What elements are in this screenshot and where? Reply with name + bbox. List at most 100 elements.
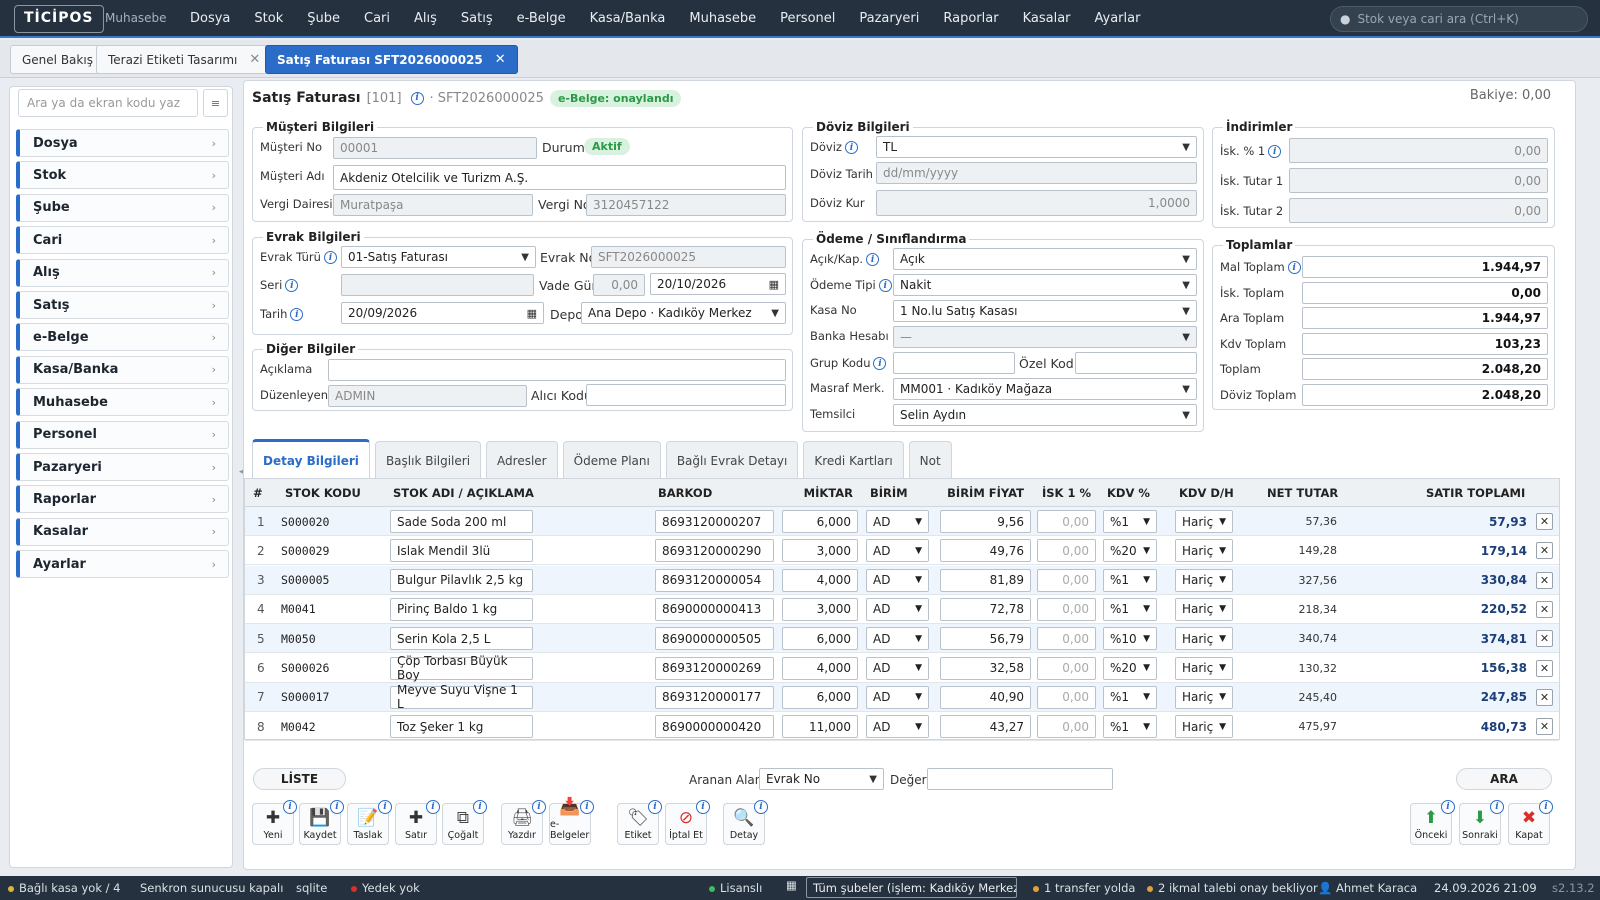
unit-price-input[interactable]: 9,56: [940, 510, 1031, 533]
unit-select[interactable]: AD ▼: [866, 685, 929, 709]
discount-input[interactable]: 0,00: [1037, 568, 1096, 592]
table-row[interactable]: 7 S000017 Meyve Suyu Vişne 1 L 869312000017…: [245, 682, 1559, 712]
receiver-code-input[interactable]: [586, 384, 786, 406]
unit-price-input[interactable]: 56,79: [940, 627, 1031, 651]
global-search-input[interactable]: ● Stok veya cari ara (Ctrl+K): [1330, 6, 1588, 32]
open-closed-select[interactable]: Açık ▼: [893, 248, 1197, 270]
unit-price-input[interactable]: 40,90: [940, 685, 1031, 709]
stock-name-input[interactable]: Sade Soda 200 ml: [390, 510, 533, 533]
barcode-input[interactable]: 8693120000290: [655, 539, 774, 563]
barcode-input[interactable]: 8693120000207: [655, 510, 774, 533]
info-icon[interactable]: i: [873, 357, 887, 370]
info-icon[interactable]: i: [754, 800, 768, 814]
menu-list-icon[interactable]: ≡: [203, 89, 228, 117]
vat-type-select[interactable]: Hariç ▼: [1175, 568, 1233, 592]
sidebar-item-pazaryeri[interactable]: Pazaryeri ›: [16, 453, 229, 481]
tax-office-input[interactable]: Muratpaşa: [333, 194, 533, 216]
unit-select[interactable]: AD ▼: [866, 656, 929, 680]
vat-type-select[interactable]: Hariç ▼: [1175, 539, 1233, 563]
discount-input[interactable]: 0,00: [1037, 539, 1096, 563]
discount-input[interactable]: 0,00: [1037, 715, 1096, 739]
unit-select[interactable]: AD ▼: [866, 597, 929, 621]
info-icon[interactable]: i: [323, 251, 337, 264]
col-birim[interactable]: BİRİM: [870, 479, 908, 507]
delete-row-icon[interactable]: ✕: [1536, 630, 1553, 648]
info-icon[interactable]: i: [866, 253, 880, 266]
table-row[interactable]: 1 S000020 Sade Soda 200 ml 8693120000207 6,0…: [245, 507, 1559, 536]
currency-select[interactable]: TL ▼: [876, 136, 1197, 158]
unit-select[interactable]: AD ▼: [866, 510, 929, 533]
info-icon[interactable]: i: [532, 800, 546, 814]
info-icon[interactable]: i: [1490, 800, 1504, 814]
sidebar-item-e-belge[interactable]: e-Belge ›: [16, 323, 229, 352]
sidebar-item-stok[interactable]: Stok ›: [16, 161, 229, 190]
info-icon[interactable]: i: [580, 800, 594, 814]
tab-bagli-evrak-detayi[interactable]: Bağlı Evrak Detayı: [665, 441, 799, 479]
barcode-input[interactable]: 8693120000269: [655, 656, 774, 680]
stock-name-input[interactable]: Çöp Torbası Büyük Boy: [390, 654, 533, 682]
stock-name-input[interactable]: Serin Kola 2,5 L: [390, 627, 533, 651]
tab-not[interactable]: Not: [908, 441, 952, 479]
close-icon[interactable]: ✕: [249, 52, 260, 67]
menu-personel[interactable]: Personel: [768, 0, 847, 38]
sidebar-item-dosya[interactable]: Dosya ›: [16, 129, 229, 157]
menu-satis[interactable]: Satış: [449, 0, 505, 38]
info-icon[interactable]: i: [1539, 800, 1553, 814]
info-icon[interactable]: i: [285, 279, 299, 292]
discount-amount2-input[interactable]: 0,00: [1289, 198, 1548, 223]
vat-select[interactable]: %10 ▼: [1103, 627, 1157, 651]
tab-kredi-kartlari[interactable]: Kredi Kartları: [803, 441, 904, 479]
barcode-input[interactable]: 8690000000420: [655, 715, 774, 739]
menu-raporlar[interactable]: Raporlar: [931, 0, 1010, 38]
sidebar-search-input[interactable]: Ara ya da ekran kodu yaz: [18, 89, 198, 117]
sidebar-item-satis[interactable]: Satış ›: [16, 291, 229, 319]
quantity-input[interactable]: 11,000: [782, 715, 858, 739]
cash-register-select[interactable]: 1 No.lu Satış Kasası ▼: [893, 300, 1197, 322]
menu-e-belge[interactable]: e-Belge: [505, 0, 578, 38]
info-icon[interactable]: i: [290, 308, 304, 321]
exchange-rate-input[interactable]: 1,0000: [876, 190, 1197, 216]
vat-type-select[interactable]: Hariç ▼: [1175, 656, 1233, 680]
info-icon[interactable]: i: [844, 141, 858, 154]
info-icon[interactable]: i: [426, 800, 440, 814]
col-barkod[interactable]: BARKOD: [658, 479, 712, 507]
editor-input[interactable]: ADMIN: [328, 385, 527, 407]
special-code-input[interactable]: [1075, 352, 1197, 374]
warehouse-select[interactable]: Ana Depo · Kadıköy Merkez ▼: [581, 302, 786, 324]
sonraki-button[interactable]: ⬇ Sonraki i: [1459, 800, 1504, 845]
etiket-button[interactable]: 🏷 Etiket i: [617, 800, 662, 845]
vat-type-select[interactable]: Hariç ▼: [1175, 627, 1233, 651]
search-field-select[interactable]: Evrak No ▼: [759, 768, 884, 790]
cogalt-button[interactable]: ⧉ Çoğalt i: [442, 800, 487, 845]
unit-select[interactable]: AD ▼: [866, 539, 929, 563]
info-icon[interactable]: i: [648, 800, 662, 814]
tab-terazi-etiketi[interactable]: Terazi Etiketi Tasarımı ✕: [96, 45, 273, 74]
bank-account-select[interactable]: — ▼: [893, 326, 1197, 348]
col-stok-adi-aciklama[interactable]: STOK ADI / AÇIKLAMA: [393, 479, 534, 507]
delete-row-icon[interactable]: ✕: [1536, 659, 1553, 677]
vat-select[interactable]: %1 ▼: [1103, 685, 1157, 709]
menu-kasa-banka[interactable]: Kasa/Banka: [578, 0, 678, 38]
kapat-button[interactable]: ✖ Kapat i: [1508, 800, 1553, 845]
quantity-input[interactable]: 3,000: [782, 597, 858, 621]
tab-adresler[interactable]: Adresler: [486, 441, 558, 479]
barcode-input[interactable]: 8690000000413: [655, 597, 774, 621]
document-type-select[interactable]: 01-Satış Faturası ▼: [341, 246, 536, 268]
vat-type-select[interactable]: Hariç ▼: [1175, 510, 1233, 533]
menu-alis[interactable]: Alış: [402, 0, 449, 38]
discount-amount1-input[interactable]: 0,00: [1289, 168, 1548, 193]
tab-detay-bilgileri[interactable]: Detay Bilgileri: [252, 439, 370, 479]
table-row[interactable]: 3 S000005 Bulgur Pilavlık 2,5 kg 8693120000…: [245, 565, 1559, 595]
onceki-button[interactable]: ⬆ Önceki i: [1410, 800, 1455, 845]
stock-name-input[interactable]: Islak Mendil 3lü: [390, 539, 533, 563]
quantity-input[interactable]: 6,000: [782, 510, 858, 533]
delete-row-icon[interactable]: ✕: [1536, 718, 1553, 736]
menu-kasalar[interactable]: Kasalar: [1011, 0, 1083, 38]
stock-name-input[interactable]: Meyve Suyu Vişne 1 L: [390, 683, 533, 711]
delete-row-icon[interactable]: ✕: [1536, 571, 1553, 589]
vat-type-select[interactable]: Hariç ▼: [1175, 597, 1233, 621]
unit-select[interactable]: AD ▼: [866, 627, 929, 651]
menu-pazaryeri[interactable]: Pazaryeri: [847, 0, 931, 38]
table-row[interactable]: 8 M0042 Toz Şeker 1 kg 8690000000420 11,000 A…: [245, 712, 1559, 742]
table-row[interactable]: 5 M0050 Serin Kola 2,5 L 8690000000505 6,000…: [245, 624, 1559, 654]
